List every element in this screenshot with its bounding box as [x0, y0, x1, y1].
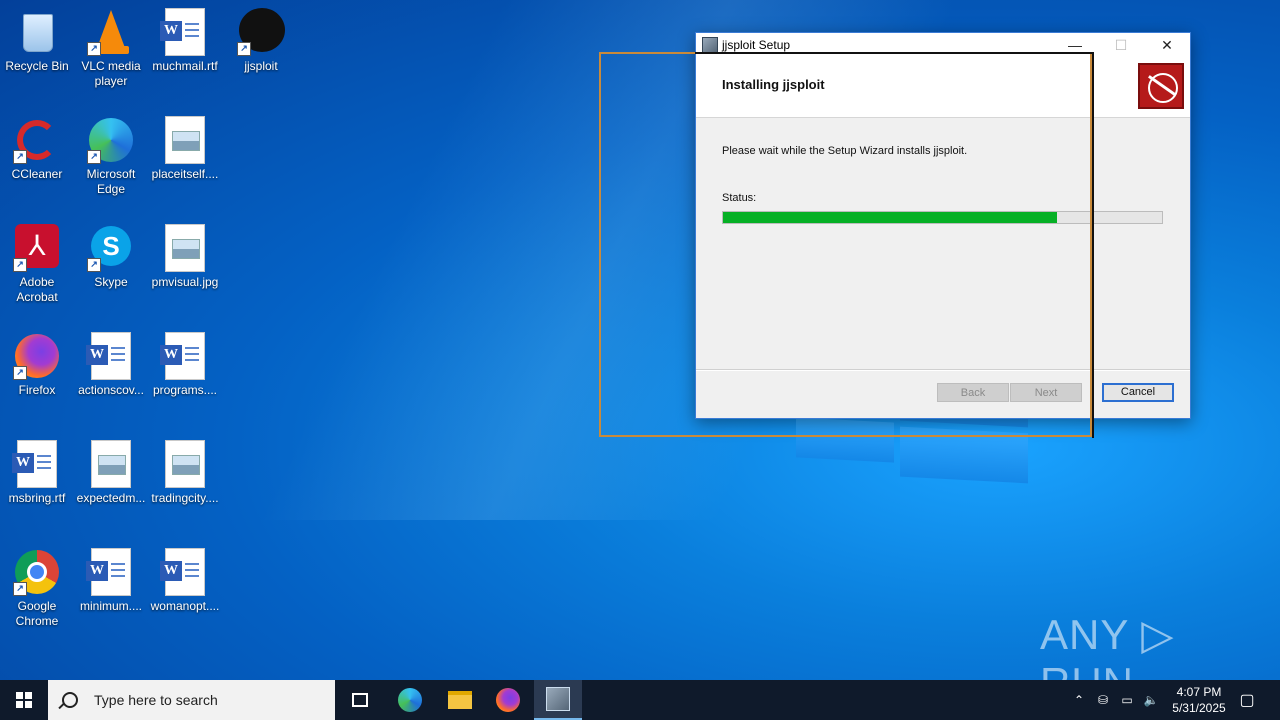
ccleaner-icon: ↗: [13, 116, 61, 164]
firefox-icon: [496, 688, 520, 712]
search-placeholder: Type here to search: [94, 692, 218, 708]
edge-browser-icon: [398, 688, 422, 712]
desktop-icon-expectedm[interactable]: expectedm...: [74, 434, 148, 506]
installer-app-icon: [702, 37, 718, 53]
jjsploit-app-icon: ↗: [237, 8, 285, 56]
desktop-icon-recycle-bin[interactable]: Recycle Bin: [0, 2, 74, 74]
cancel-button[interactable]: Cancel: [1102, 383, 1174, 402]
skype-icon: S ↗: [87, 224, 135, 272]
task-view-button[interactable]: [336, 680, 384, 720]
chrome-icon: ↗: [13, 548, 61, 596]
task-view-icon: [352, 693, 368, 707]
word-doc-icon: W: [160, 548, 209, 596]
icon-label: actionscov...: [78, 383, 144, 397]
desktop-icon-programs[interactable]: W programs....: [148, 326, 222, 398]
volume-icon[interactable]: 🔈: [1140, 680, 1162, 720]
icon-label: Skype: [94, 275, 128, 289]
word-doc-icon: W: [160, 8, 209, 56]
image-file-icon: [161, 440, 209, 488]
icon-label: Google Chrome: [15, 599, 59, 628]
search-icon: [62, 692, 78, 708]
icon-label: jjsploit: [244, 59, 278, 73]
product-logo-icon: [1138, 63, 1184, 109]
icon-label: minimum....: [79, 599, 142, 613]
desktop-icon-pmvisual[interactable]: pmvisual.jpg: [148, 218, 222, 290]
icon-label: muchmail.rtf: [152, 59, 218, 73]
word-doc-icon: W: [12, 440, 61, 488]
taskbar-firefox[interactable]: [484, 680, 532, 720]
shortcut-arrow-icon: ↗: [87, 150, 101, 164]
desktop-icon-firefox[interactable]: ↗ Firefox: [0, 326, 74, 398]
desktop-icon-ccleaner[interactable]: ↗ CCleaner: [0, 110, 74, 182]
desktop-icon-acrobat[interactable]: ⅄ ↗ Adobe Acrobat: [0, 218, 74, 305]
folder-icon: [448, 691, 472, 709]
shortcut-arrow-icon: ↗: [13, 366, 27, 380]
close-button[interactable]: ✕: [1144, 33, 1190, 57]
image-file-icon: [87, 440, 135, 488]
desktop-icon-actionscov[interactable]: W actionscov...: [74, 326, 148, 398]
icon-label: tradingcity....: [151, 491, 219, 505]
desktop-icon-edge[interactable]: ↗ Microsoft Edge: [74, 110, 148, 197]
word-doc-icon: W: [86, 548, 135, 596]
image-file-icon: [161, 116, 209, 164]
shortcut-arrow-icon: ↗: [87, 258, 101, 272]
icon-label: Microsoft Edge: [86, 167, 136, 196]
word-doc-icon: W: [86, 332, 135, 380]
image-file-icon: [161, 224, 209, 272]
desktop-icon-minimum[interactable]: W minimum....: [74, 542, 148, 614]
icon-label: expectedm...: [76, 491, 146, 505]
window-resize-outline: [695, 52, 1094, 438]
start-button[interactable]: [0, 680, 48, 720]
desktop-icon-jjsploit[interactable]: ↗ jjsploit: [224, 2, 298, 74]
installer-app-icon: [546, 687, 570, 711]
icon-label: programs....: [152, 383, 218, 397]
dialog-title: jjsploit Setup: [722, 38, 791, 52]
windows-start-icon: [16, 692, 32, 708]
desktop-icon-skype[interactable]: S ↗ Skype: [74, 218, 148, 290]
icon-label: VLC media player: [81, 59, 141, 88]
icon-label: pmvisual.jpg: [151, 275, 219, 289]
recycle-bin-icon: [13, 8, 61, 56]
icon-label: Firefox: [18, 383, 56, 397]
taskbar-clock[interactable]: 4:07 PM 5/31/2025: [1160, 680, 1238, 720]
taskbar-file-explorer[interactable]: [436, 680, 484, 720]
network-icon[interactable]: ▭: [1116, 680, 1138, 720]
taskbar-edge[interactable]: [386, 680, 434, 720]
icon-label: placeitself....: [151, 167, 219, 181]
desktop-icon-chrome[interactable]: ↗ Google Chrome: [0, 542, 74, 629]
vlc-cone-icon: ↗: [87, 8, 135, 56]
desktop-icon-msbring[interactable]: W msbring.rtf: [0, 434, 74, 506]
icon-label: Recycle Bin: [5, 59, 69, 73]
shortcut-arrow-icon: ↗: [13, 150, 27, 164]
action-center-icon[interactable]: ▢: [1236, 680, 1258, 720]
icon-label: womanopt....: [150, 599, 220, 613]
clock-date: 5/31/2025: [1172, 701, 1226, 715]
word-doc-icon: W: [160, 332, 209, 380]
acrobat-icon: ⅄ ↗: [13, 224, 61, 272]
icon-label: msbring.rtf: [8, 491, 66, 505]
icon-label: Adobe Acrobat: [16, 275, 58, 304]
icon-label: CCleaner: [11, 167, 63, 181]
edge-browser-icon: ↗: [87, 116, 135, 164]
desktop-icon-placeitself[interactable]: placeitself....: [148, 110, 222, 182]
shortcut-arrow-icon: ↗: [13, 582, 27, 596]
shortcut-arrow-icon: ↗: [237, 42, 251, 56]
shortcut-arrow-icon: ↗: [87, 42, 101, 56]
tray-overflow-chevron-icon[interactable]: ⌃: [1068, 680, 1090, 720]
taskbar-search-box[interactable]: Type here to search: [48, 680, 335, 720]
clock-time: 4:07 PM: [1176, 685, 1222, 699]
desktop-icon-tradingcity[interactable]: tradingcity....: [148, 434, 222, 506]
desktop-icon-muchmail[interactable]: W muchmail.rtf: [148, 2, 222, 74]
shortcut-arrow-icon: ↗: [13, 258, 27, 272]
desktop-icon-vlc[interactable]: ↗ VLC media player: [74, 2, 148, 89]
firefox-icon: ↗: [13, 332, 61, 380]
taskbar-installer[interactable]: [534, 680, 582, 720]
taskbar: Type here to search ⌃ ⛁ ▭ 🔈 4:07 PM 5/31…: [0, 680, 1280, 720]
maximize-button: ☐: [1114, 37, 1128, 53]
tray-app-icon[interactable]: ⛁: [1092, 680, 1114, 720]
desktop-icon-womanopt[interactable]: W womanopt....: [148, 542, 222, 614]
